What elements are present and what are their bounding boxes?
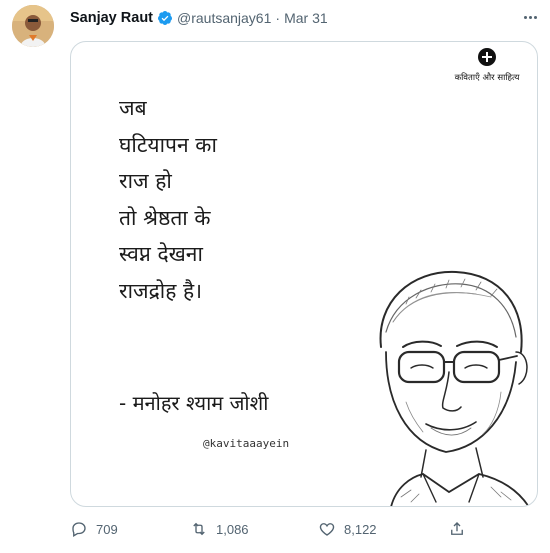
avatar[interactable]: [12, 5, 54, 47]
brand-mark: कविताएँ और साहित्य: [441, 48, 533, 83]
user-handle[interactable]: @rautsanjay61: [177, 10, 271, 26]
like-button[interactable]: 8,122: [318, 518, 377, 540]
profile-photo-icon: [12, 5, 54, 47]
poem-author: - मनोहर श्याम जोशी: [119, 391, 269, 415]
tweet[interactable]: Sanjay Raut @rautsanjay61 · Mar 31 कविता…: [0, 0, 550, 553]
retweet-icon: [193, 522, 205, 536]
brand-logo-icon: [478, 48, 496, 66]
verified-badge-icon: [157, 10, 173, 26]
share-button[interactable]: [448, 518, 466, 540]
poem-line: तो श्रेष्ठता के: [119, 205, 211, 230]
header-separator: ·: [275, 10, 281, 26]
display-name[interactable]: Sanjay Raut: [70, 10, 153, 26]
reply-button[interactable]: 709: [70, 518, 118, 540]
reply-count: 709: [96, 521, 118, 537]
share-icon: [451, 522, 463, 535]
more-options-icon[interactable]: [520, 8, 540, 26]
heart-icon: [319, 523, 335, 536]
tweet-media-image[interactable]: कविताएँ और साहित्य जब घटियापन का राज हो …: [70, 41, 538, 507]
poem-line: राजद्रोह है।: [119, 278, 203, 303]
retweet-button[interactable]: 1,086: [190, 518, 249, 540]
brand-name: कविताएँ और साहित्य: [454, 73, 520, 83]
tweet-date[interactable]: Mar 31: [284, 10, 328, 26]
portrait-sketch-icon: [379, 270, 530, 506]
poem-text: जब घटियापन का राज हो तो श्रेष्ठता के स्व…: [119, 90, 217, 309]
poem-line: राज हो: [119, 169, 172, 193]
social-handle: @kavitaaayein: [203, 437, 290, 450]
tweet-header: Sanjay Raut @rautsanjay61 · Mar 31: [70, 8, 328, 28]
retweet-count: 1,086: [216, 521, 249, 537]
like-count: 8,122: [344, 521, 377, 537]
poem-line: स्वप्न देखना: [119, 242, 203, 266]
poem-line: जब: [119, 96, 147, 120]
poem-line: घटियापन का: [119, 132, 217, 157]
tweet-actions: 709 1,086 8,122: [70, 518, 540, 540]
reply-icon: [72, 522, 86, 537]
